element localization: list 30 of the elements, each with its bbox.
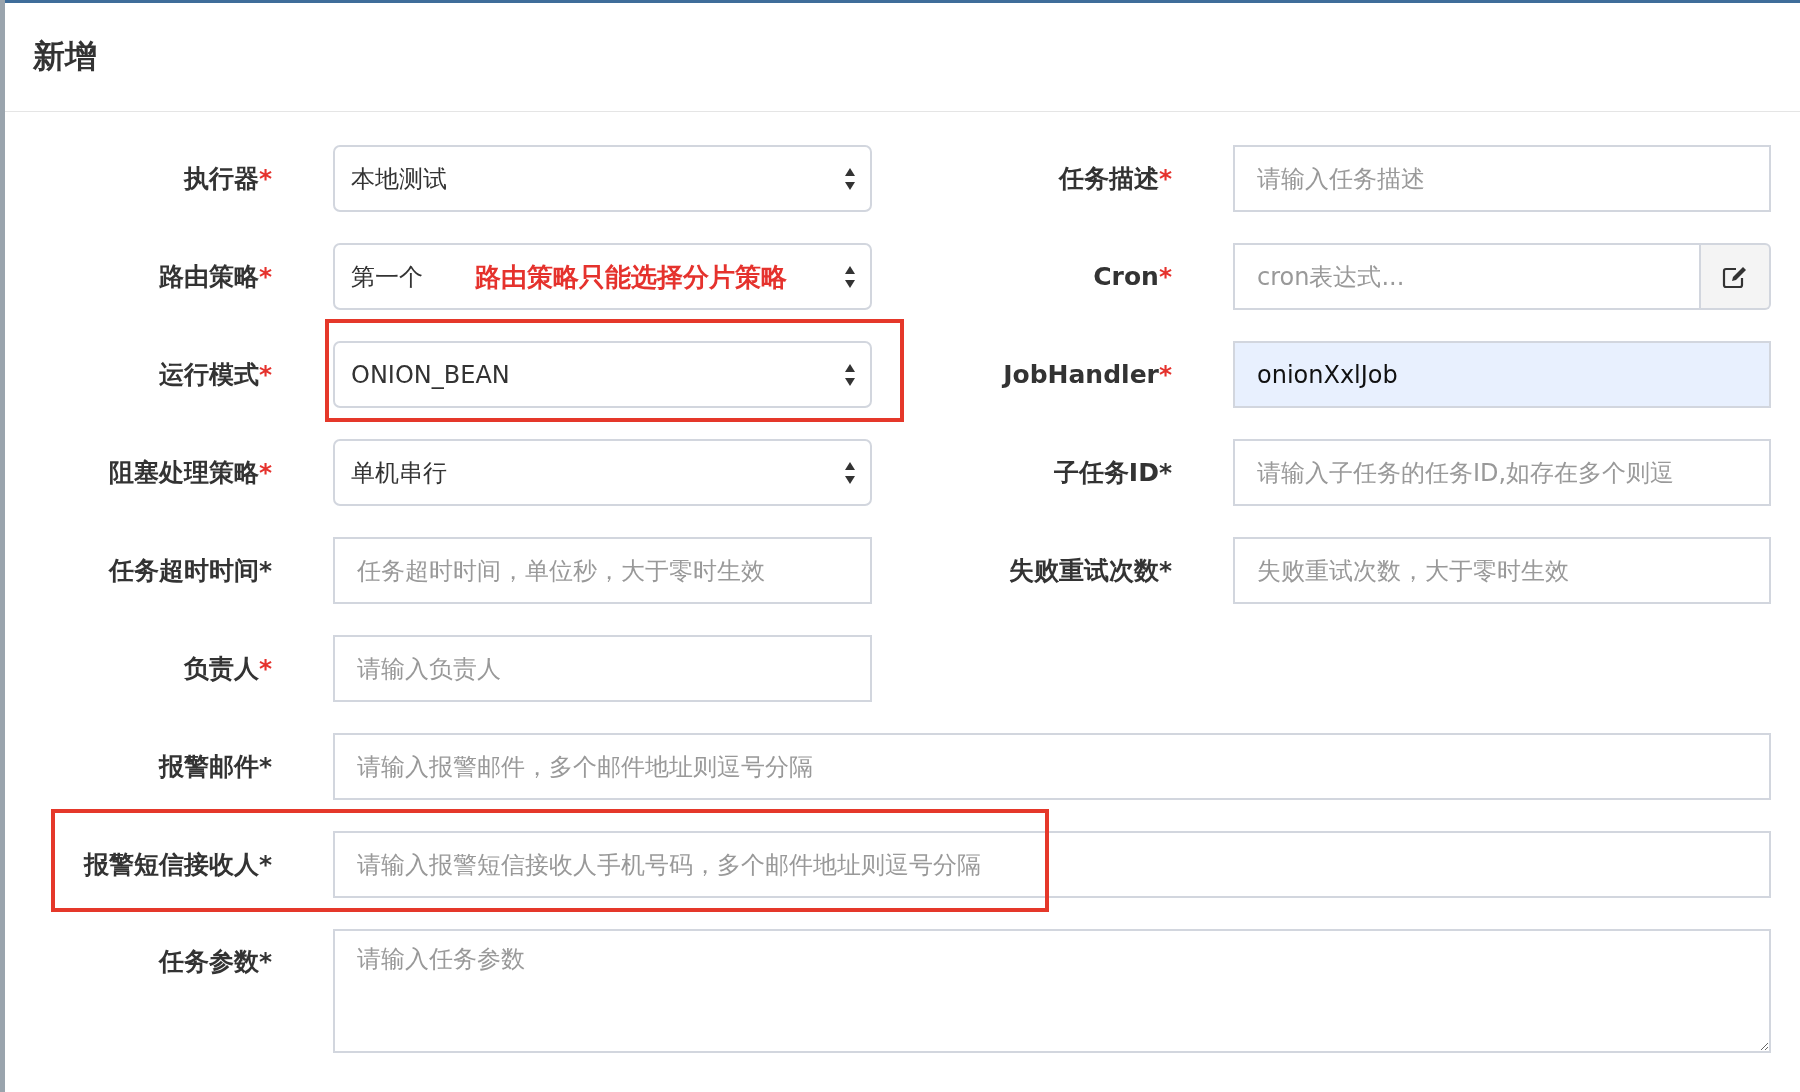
field-label: 任务超时时间*	[107, 555, 272, 587]
field-label: 任务描述*	[1057, 163, 1172, 195]
field-label: 子任务ID*	[1052, 457, 1172, 489]
dialog-title: 新增	[33, 36, 97, 77]
select-field[interactable]: 单机串行	[333, 439, 872, 506]
field-label: 报警邮件*	[157, 751, 272, 783]
input-field[interactable]: onionXxlJob	[1233, 341, 1771, 408]
text-area[interactable]: 请输入任务参数	[333, 929, 1771, 1053]
select-field[interactable]: 本地测试	[333, 145, 872, 212]
input-field[interactable]: 请输入报警短信接收人手机号码，多个邮件地址则逗号分隔	[333, 831, 1771, 898]
field-label: 执行器*	[182, 163, 272, 195]
input-field[interactable]: 任务超时时间，单位秒，大于零时生效	[333, 537, 872, 604]
input-field[interactable]: 请输入负责人	[333, 635, 872, 702]
field-label: 运行模式*	[157, 359, 272, 391]
field-label: 路由策略*	[157, 261, 272, 293]
input-field[interactable]: cron表达式...	[1233, 243, 1701, 310]
field-label: 阻塞处理策略*	[107, 457, 272, 489]
input-field[interactable]: 请输入报警邮件，多个邮件地址则逗号分隔	[333, 733, 1771, 800]
field-label: 任务参数*	[157, 946, 272, 978]
field-label: 报警短信接收人*	[82, 849, 272, 881]
edit-icon	[1722, 264, 1748, 289]
input-field[interactable]: 请输入子任务的任务ID,如存在多个则逗	[1233, 439, 1771, 506]
select-field[interactable]: ONION_BEAN	[333, 341, 872, 408]
input-field[interactable]: 请输入任务描述	[1233, 145, 1771, 212]
field-label: Cron*	[1092, 262, 1172, 291]
field-label: 负责人*	[182, 653, 272, 685]
input-field[interactable]: 失败重试次数，大于零时生效	[1233, 537, 1771, 604]
field-label: 失败重试次数*	[1007, 555, 1172, 587]
edit-button[interactable]	[1701, 243, 1771, 310]
field-label: JobHandler*	[1000, 360, 1172, 389]
